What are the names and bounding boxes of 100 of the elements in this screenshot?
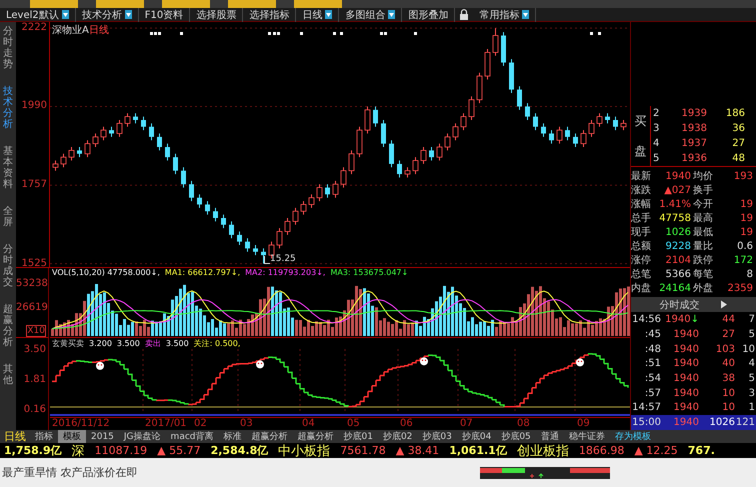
index-turnover: 2,584.8亿 [210, 443, 268, 458]
menu-item[interactable]: 图形叠加 [402, 8, 456, 22]
quote-label: 量比 [693, 240, 714, 254]
quote-label: 均价 [693, 170, 714, 184]
bid-volume: 48 [731, 153, 745, 164]
menu-item[interactable]: 选择指标 [243, 8, 296, 22]
trade-row[interactable]: :51 1940 40 4 [631, 356, 756, 372]
quote-value: 5366 [666, 268, 691, 280]
price-tick: 1990 [22, 100, 48, 112]
bid-volume: 27 [731, 138, 745, 150]
quote-label: 跌停 [693, 254, 714, 268]
template-tab[interactable]: 存为模板 [610, 430, 656, 443]
quote-label: 每笔 [693, 268, 714, 282]
template-tab[interactable]: 指标 [30, 430, 58, 443]
trade-row[interactable]: :48 1940 103 10 [631, 342, 756, 356]
date-label: 08 [517, 418, 530, 429]
template-tab[interactable]: 普通 [536, 430, 564, 443]
index-name: 深 [72, 442, 85, 460]
menu-item[interactable]: 多图组合 [339, 8, 402, 22]
stock-name: 深物业A [52, 24, 89, 37]
quote-value: 2359 [728, 282, 753, 294]
template-tab[interactable]: macd背离 [166, 430, 218, 443]
template-tab[interactable]: 抄底05 [496, 430, 536, 443]
price-tick: 2222 [22, 22, 48, 34]
template-tab[interactable]: 抄底04 [456, 430, 496, 443]
template-tab[interactable]: JG操盘论 [118, 430, 166, 443]
volume-tick: 26619 [16, 302, 48, 312]
price-tick: 1757 [22, 179, 48, 192]
template-tab[interactable]: 稳牛证券 [564, 430, 610, 443]
quote-label: 涨幅 [631, 198, 652, 212]
indicator-tick: 0.16 [22, 404, 47, 415]
trade-row[interactable]: 14:57 1940 10 1 [631, 400, 756, 416]
volume-legend: MA2: 119793.203↓, [245, 268, 326, 278]
indicator-legend: 卖出 [144, 339, 161, 349]
indicator-legend: 3.500 [166, 339, 189, 349]
date-label: 09 [577, 418, 590, 429]
indicator-legend: 3.500 [116, 339, 140, 349]
template-tab[interactable]: 2015 [86, 430, 119, 443]
index-change: ▲ 55.77 [157, 444, 201, 457]
quote-value: 193 [734, 170, 753, 182]
trades-header[interactable]: 分时成交 [631, 297, 756, 312]
bid-level: 3 [652, 123, 660, 134]
volume-legend: MA3: 153675.047↓ [330, 268, 408, 278]
template-tab[interactable]: 超赢分析 [292, 430, 338, 443]
index-name: 中小板指 [278, 442, 330, 460]
template-tab[interactable]: 抄底03 [417, 430, 457, 443]
template-tab[interactable]: 抄底01 [338, 430, 378, 443]
template-tab[interactable]: 抄底02 [378, 430, 418, 443]
trade-row[interactable]: 15:00 1940 1026 121 [631, 415, 756, 430]
quote-label: 总笔 [631, 268, 652, 282]
index-change: ▲ 12.25 [634, 444, 678, 457]
quote-label: 涨跌 [631, 184, 652, 198]
quote-label: 内盘 [631, 282, 652, 296]
template-tab[interactable]: 标准 [218, 430, 246, 443]
quote-label: 最高 [693, 212, 714, 226]
quote-value: 2104 [666, 254, 691, 266]
quote-value: 8 [746, 268, 753, 280]
volume-unit: X10 [26, 325, 46, 337]
index-value: 7561.78 [340, 444, 386, 457]
sidebar-tab[interactable]: 全屏 [0, 206, 10, 228]
quote-label: 涨停 [631, 254, 652, 268]
bid-price: 1938 [680, 123, 707, 134]
menu-item[interactable]: 日线 [296, 8, 340, 22]
menu-item[interactable]: Level2默认 [0, 8, 76, 22]
volume-legend: VOL(5,10,20) 47758.000↓, [52, 268, 160, 278]
period-label: 日线 [3, 429, 27, 444]
quote-value: 24164 [659, 282, 691, 294]
index-turnover: 1,758.9亿 [4, 443, 62, 458]
index-turnover: 1,061.1亿 [449, 443, 507, 458]
index-value: 11087.19 [94, 444, 148, 457]
date-label: 04 [302, 418, 315, 429]
bid-volume: 36 [731, 123, 745, 134]
date-label: 02 [194, 418, 207, 429]
menu-item[interactable]: 常用指标 [473, 8, 536, 22]
template-tab[interactable]: 模板 [58, 430, 86, 443]
date-label: 03 [240, 418, 253, 429]
trade-row[interactable]: 14:56 1940↓ 44 7 [631, 312, 756, 327]
trade-row[interactable]: :57 1940 10 3 [631, 386, 756, 401]
index-turnover: 767. [688, 444, 715, 457]
quote-label: 今开 [693, 198, 714, 212]
trade-row[interactable]: :54 1940 38 5 [631, 371, 756, 386]
indicator-legend: 关注: 0.500, [194, 339, 240, 349]
menu-item[interactable]: F10资料 [138, 8, 190, 22]
price-tick: 1525 [22, 258, 48, 270]
quote-label: 总额 [631, 240, 652, 254]
menu-item[interactable]: 选择股票 [190, 8, 244, 22]
menu-item[interactable]: 技术分析 [76, 8, 139, 22]
bid-label: 盘 [634, 142, 646, 160]
bid-volume: 186 [724, 108, 745, 120]
date-label: 06 [400, 418, 413, 429]
date-label: 07 [460, 418, 473, 429]
trade-row[interactable]: :45 1940 27 5 [631, 326, 756, 342]
index-value: 1866.98 [578, 444, 624, 457]
quote-value: ▲027 [664, 184, 691, 196]
quote-label: 外盘 [693, 282, 714, 296]
index-change: ▲ 38.41 [396, 444, 440, 457]
quote-value: 47758 [659, 212, 691, 224]
quote-label: 现手 [631, 226, 652, 240]
template-tab[interactable]: 超赢分析 [246, 430, 292, 443]
bid-level: 4 [652, 138, 660, 150]
